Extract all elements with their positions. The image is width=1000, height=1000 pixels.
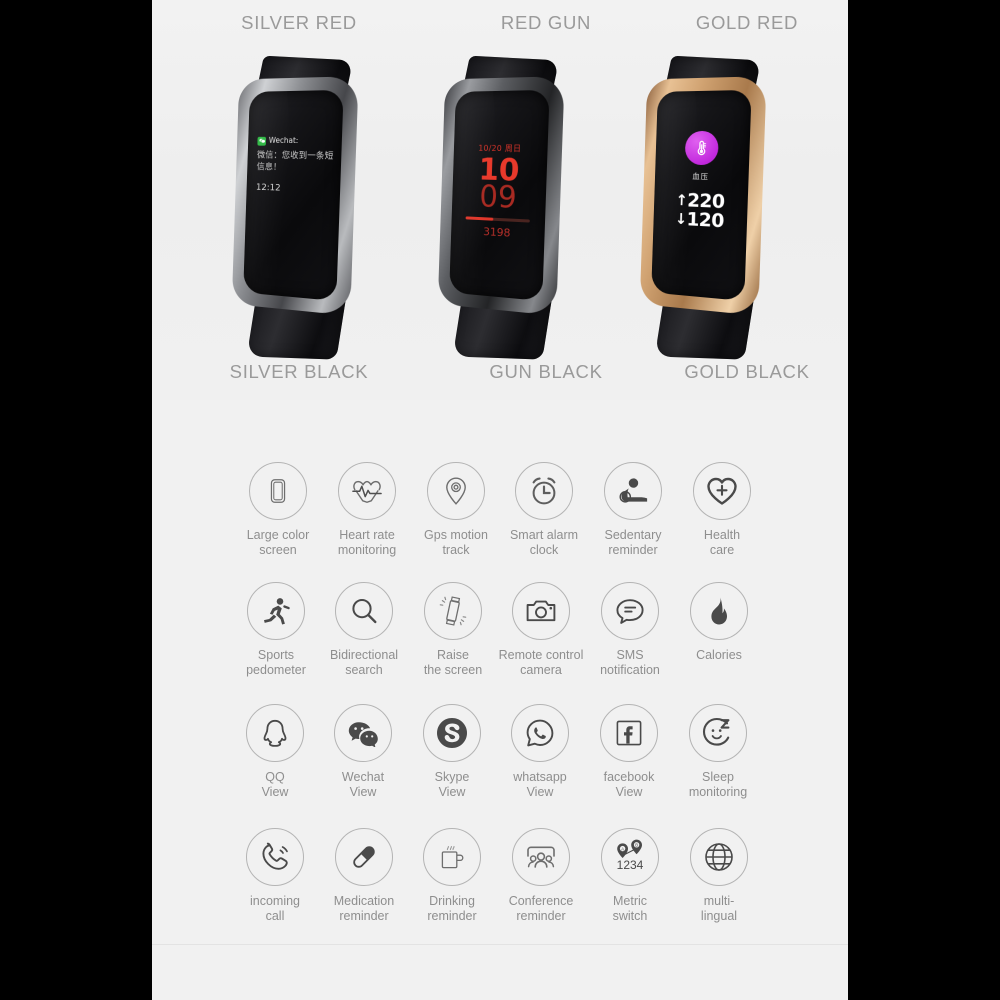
step-progress-bar bbox=[465, 216, 530, 223]
color-label-gun-black: GUN BLACK bbox=[489, 361, 603, 382]
running-person-icon bbox=[247, 582, 305, 640]
step-count: 3198 bbox=[483, 225, 511, 240]
systolic-arrow-icon: ↑ bbox=[675, 191, 688, 210]
camera-icon bbox=[512, 582, 570, 640]
watch-silver[interactable]: Wechat: 微信：您收到一条短信息！ 12:12 bbox=[214, 55, 384, 360]
watch-bezel: 血压 ↑ 220 ↓ 120 bbox=[639, 76, 767, 316]
color-label-silver-red: SILVER RED bbox=[241, 12, 357, 33]
watch-bezel: Wechat: 微信：您收到一条短信息！ 12:12 bbox=[231, 76, 359, 316]
feature-sleep-monitoring[interactable]: Sleep monitoring bbox=[663, 704, 773, 800]
notification-message: 微信：您收到一条短信息！ bbox=[256, 150, 334, 173]
color-label-gold-red: GOLD RED bbox=[695, 12, 799, 33]
sms-bubble-icon bbox=[601, 582, 659, 640]
map-pin-icon bbox=[427, 462, 485, 520]
incoming-call-icon bbox=[246, 828, 304, 886]
blood-pressure-label: 血压 bbox=[692, 171, 710, 182]
watch-bezel: 10/20 周日 10 09 3198 bbox=[437, 76, 565, 316]
notification-app-name: Wechat: bbox=[268, 135, 299, 146]
feature-row-2: Sports pedometer Bidirectional search Ra… bbox=[152, 582, 848, 702]
svg-text:A: A bbox=[621, 846, 624, 851]
alarm-clock-icon bbox=[515, 462, 573, 520]
watch-screen-notification: Wechat: 微信：您收到一条短信息！ 12:12 bbox=[243, 89, 344, 302]
screenshot-root: SILVER RED RED GUN GOLD RED Wechat: 微信：您… bbox=[0, 0, 1000, 1000]
mug-icon bbox=[423, 828, 481, 886]
feature-label: Health care bbox=[703, 528, 741, 557]
facebook-icon bbox=[600, 704, 658, 762]
pill-icon bbox=[335, 828, 393, 886]
wechat-app-icon bbox=[257, 136, 267, 146]
qq-penguin-icon bbox=[246, 704, 304, 762]
phone-screen-icon bbox=[249, 462, 307, 520]
product-showcase: SILVER RED RED GUN GOLD RED Wechat: 微信：您… bbox=[152, 0, 848, 400]
conference-people-icon bbox=[512, 828, 570, 886]
watch-screen-clock: 10/20 周日 10 09 3198 bbox=[449, 89, 550, 302]
watch-gold[interactable]: 血压 ↑ 220 ↓ 120 bbox=[622, 55, 792, 360]
watch-screen-blood-pressure: 血压 ↑ 220 ↓ 120 bbox=[651, 89, 752, 302]
watch-gun[interactable]: 10/20 周日 10 09 3198 bbox=[420, 55, 590, 360]
content-panel: SILVER RED RED GUN GOLD RED Wechat: 微信：您… bbox=[152, 0, 848, 1000]
flame-icon bbox=[690, 582, 748, 640]
heart-plus-icon bbox=[693, 462, 751, 520]
sleep-moon-icon bbox=[689, 704, 747, 762]
wechat-icon bbox=[334, 704, 392, 762]
feature-label: multi- lingual bbox=[700, 894, 738, 923]
color-label-gold-black: GOLD BLACK bbox=[684, 361, 810, 382]
sedentary-person-icon bbox=[604, 462, 662, 520]
heart-pulse-icon bbox=[338, 462, 396, 520]
diastolic-arrow-icon: ↓ bbox=[674, 209, 687, 229]
metric-pins-icon: A B 1234 bbox=[601, 828, 659, 886]
feature-calories[interactable]: Calories bbox=[664, 582, 774, 663]
feature-grid: Large color screen Heart rate monitoring… bbox=[152, 400, 848, 945]
metric-value: 1234 bbox=[617, 858, 644, 872]
feature-multi-lingual[interactable]: multi- lingual bbox=[664, 828, 774, 924]
clock-minute: 09 bbox=[478, 179, 518, 216]
notification-time: 12:12 bbox=[255, 182, 281, 194]
feature-health-care[interactable]: Health care bbox=[667, 462, 777, 558]
diastolic-value: 120 bbox=[686, 208, 725, 233]
color-label-silver-black: SILVER BLACK bbox=[229, 361, 369, 382]
feature-row-1: Large color screen Heart rate monitoring… bbox=[152, 462, 848, 582]
raise-wrist-icon bbox=[424, 582, 482, 640]
feature-label: Sleep monitoring bbox=[688, 770, 748, 799]
skype-icon bbox=[423, 704, 481, 762]
blood-pressure-icon bbox=[684, 130, 719, 166]
section-divider bbox=[152, 944, 848, 945]
svg-text:B: B bbox=[635, 843, 638, 848]
color-label-red-gun: RED GUN bbox=[500, 12, 592, 33]
whatsapp-icon bbox=[511, 704, 569, 762]
feature-row-4: incoming call Medication reminder Drinki… bbox=[152, 828, 848, 948]
magnifier-icon bbox=[335, 582, 393, 640]
feature-row-3: QQ View Wechat View Skype View whatsapp … bbox=[152, 704, 848, 824]
feature-label: Calories bbox=[696, 648, 742, 662]
globe-icon bbox=[690, 828, 748, 886]
